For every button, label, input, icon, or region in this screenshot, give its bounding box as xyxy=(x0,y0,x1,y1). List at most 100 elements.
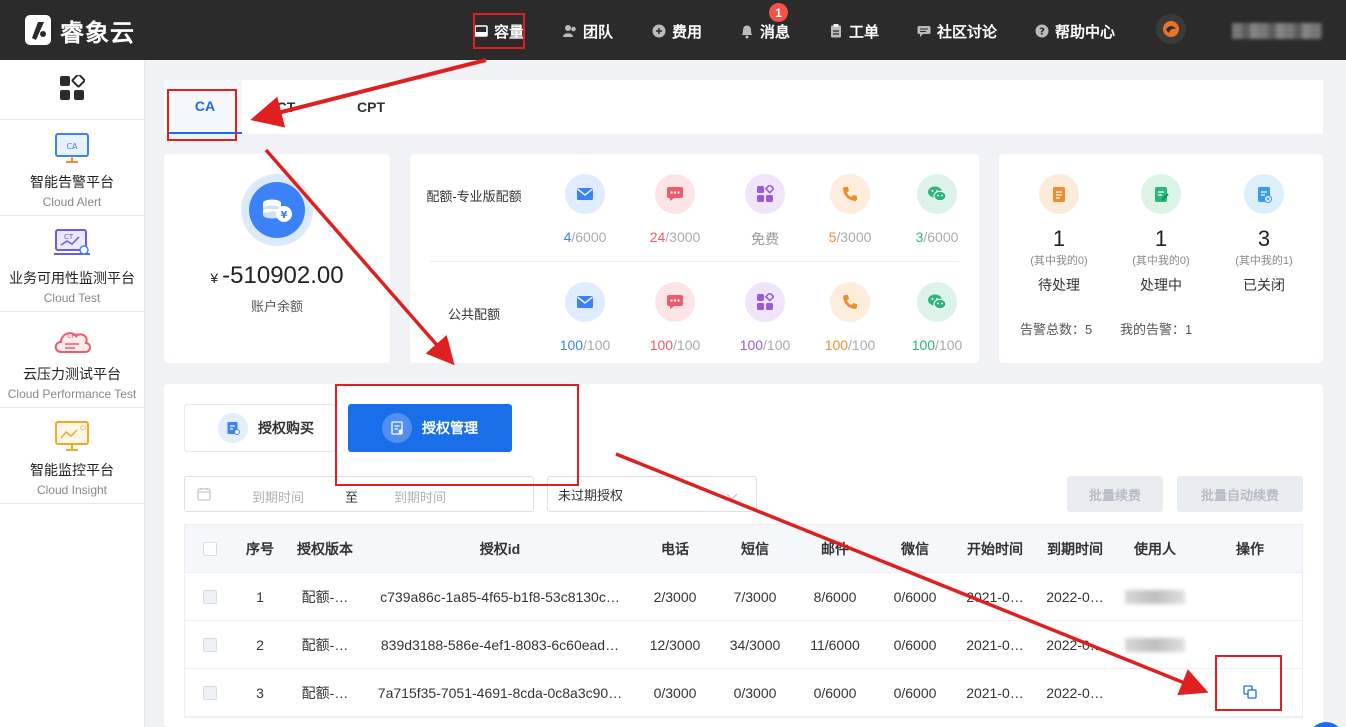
row-checkbox[interactable] xyxy=(185,621,235,669)
username-blurred[interactable] xyxy=(1232,23,1322,39)
apps-icon xyxy=(745,174,785,214)
mail-icon xyxy=(565,282,605,322)
svg-text:?: ? xyxy=(1039,27,1045,38)
sidebar-item-cloud-performance[interactable]: CPT 云压力测试平台 Cloud Performance Test xyxy=(0,312,144,408)
quota-divider xyxy=(430,261,959,262)
nav-tickets[interactable]: 工单 xyxy=(828,20,879,42)
pending-label: 待处理 xyxy=(1038,277,1080,293)
nav-messages[interactable]: 消息 xyxy=(739,20,790,42)
sms-icon xyxy=(655,282,695,322)
nav-tickets-label: 工单 xyxy=(849,23,880,41)
closed-label: 已关闭 xyxy=(1243,277,1285,293)
cell-id: 839d3188-586e-4ef1-8083-6c60ead… xyxy=(380,637,620,653)
top-nav: 睿象云 容量 团队 费用 消息 1 工单 社区讨论 ? 帮助中心 xyxy=(0,0,1346,60)
pending-count[interactable]: 1 xyxy=(1009,226,1109,252)
cell-version: 配额-… xyxy=(301,589,349,605)
nav-team-label: 团队 xyxy=(583,23,614,41)
select-all-checkbox[interactable] xyxy=(185,525,235,573)
phone-icon xyxy=(830,174,870,214)
nav-help-label: 帮助中心 xyxy=(1055,23,1116,41)
date-start-input[interactable]: 到期时间 xyxy=(252,487,304,506)
wechat-icon xyxy=(917,282,957,322)
cell-user-blurred xyxy=(1115,669,1195,717)
row-checkbox[interactable] xyxy=(185,573,235,621)
column-header: 到期时间 xyxy=(1047,541,1103,557)
cloud-test-icon: CT xyxy=(52,228,92,263)
message-count-badge: 1 xyxy=(769,3,788,22)
tab-cpt[interactable]: CPT xyxy=(330,80,412,134)
svg-text:¥: ¥ xyxy=(281,210,288,221)
sidebar-item-title: 云压力测试平台 xyxy=(23,366,121,382)
apps-grid-button[interactable] xyxy=(0,60,144,120)
sidebar-item-cloud-insight[interactable]: CI 智能监控平台 Cloud Insight xyxy=(0,408,144,504)
column-header: 使用人 xyxy=(1134,541,1176,557)
pending-mine: (其中我的0) xyxy=(1030,255,1088,267)
cell-user-blurred xyxy=(1115,621,1195,669)
cell-id: 7a715f35-7051-4691-8cda-0c8a3c90… xyxy=(377,685,623,701)
closed-count[interactable]: 3 xyxy=(1214,226,1314,252)
calendar-icon xyxy=(197,487,211,504)
alert-total: 告警总数：5 xyxy=(1020,322,1093,337)
cloud-performance-icon: CPT xyxy=(51,324,93,359)
cell-start: 2021-0… xyxy=(966,589,1024,605)
coin-icon xyxy=(651,23,667,39)
nav-community[interactable]: 社区讨论 xyxy=(916,20,997,42)
svg-text:CI: CI xyxy=(80,425,86,432)
processing-count[interactable]: 1 xyxy=(1111,226,1211,252)
pro-quota-value: 4/6000 xyxy=(563,229,607,245)
cell-version: 配额-… xyxy=(301,637,349,653)
balance-label: 账户余额 xyxy=(250,299,303,314)
cell-wechat: 0/6000 xyxy=(893,589,937,605)
nav-team[interactable]: 团队 xyxy=(562,20,613,42)
cell-sms: 0/3000 xyxy=(733,685,777,701)
cell-mail: 8/6000 xyxy=(813,589,857,605)
pro-quota-title: 配额-专业版配额 xyxy=(426,189,522,204)
sidebar-item-cloud-test[interactable]: CT 业务可用性监测平台 Cloud Test xyxy=(0,216,144,312)
row-checkbox[interactable] xyxy=(185,669,235,717)
column-header: 邮件 xyxy=(821,541,849,557)
cell-end: 2022-0… xyxy=(1046,637,1104,653)
cart-icon xyxy=(218,413,248,443)
nav-community-label: 社区讨论 xyxy=(937,23,998,41)
batch-auto-renew-button[interactable]: 批量自动续费 xyxy=(1177,476,1303,512)
closed-mine: (其中我的1) xyxy=(1235,255,1293,267)
sidebar-item-cloud-alert[interactable]: CA 智能告警平台 Cloud Alert xyxy=(0,120,144,216)
cell-start: 2021-0… xyxy=(966,637,1024,653)
help-icon: ? xyxy=(1034,23,1050,39)
date-end-input[interactable]: 到期时间 xyxy=(394,487,446,506)
logo[interactable]: 睿象云 xyxy=(24,13,135,47)
cell-no: 3 xyxy=(256,685,264,701)
license-buy-label: 授权购买 xyxy=(258,420,314,436)
table-row: 1 配额-… c739a86c-1a85-4f65-b1f8-53c8130c… 2/… xyxy=(185,573,1302,621)
pending-icon xyxy=(1039,174,1079,214)
cell-mail: 0/6000 xyxy=(813,685,857,701)
nav-messages-label: 消息 xyxy=(760,23,791,41)
sidebar-item-title: 智能告警平台 xyxy=(30,174,114,190)
processing-label: 处理中 xyxy=(1140,277,1182,293)
column-header: 序号 xyxy=(246,541,274,557)
sidebar-item-subtitle: Cloud Performance Test xyxy=(7,387,137,401)
nav-help[interactable]: ? 帮助中心 xyxy=(1034,20,1115,42)
batch-renew-button[interactable]: 批量续费 xyxy=(1067,476,1163,512)
column-header: 短信 xyxy=(741,541,769,557)
chat-icon xyxy=(916,23,932,39)
avatar[interactable] xyxy=(1156,14,1186,44)
annotation-box-ca-tab xyxy=(167,89,237,141)
cell-phone: 0/3000 xyxy=(653,685,697,701)
public-quota-value: 100/100 xyxy=(559,337,611,353)
tab-ct[interactable]: CT xyxy=(244,80,328,134)
sidebar: CA 智能告警平台 Cloud Alert CT 业务可用性监测平台 Cloud… xyxy=(0,60,145,727)
team-icon xyxy=(562,23,578,39)
public-quota-value: 100/100 xyxy=(824,337,876,353)
svg-text:CPT: CPT xyxy=(67,333,79,340)
cell-start: 2021-0… xyxy=(966,685,1024,701)
sidebar-item-subtitle: Cloud Test xyxy=(43,291,101,305)
balance-card: ¥ ¥ -510902.00 账户余额 xyxy=(164,154,390,363)
cell-actions xyxy=(1195,573,1305,621)
cell-phone: 2/3000 xyxy=(653,589,697,605)
cell-id: c739a86c-1a85-4f65-b1f8-53c8130c… xyxy=(380,589,620,605)
svg-text:CT: CT xyxy=(64,233,74,241)
nav-billing[interactable]: 费用 xyxy=(651,20,702,42)
pro-quota-value: 免费 xyxy=(751,231,779,247)
license-buy-button[interactable]: 授权购买 xyxy=(184,404,336,452)
